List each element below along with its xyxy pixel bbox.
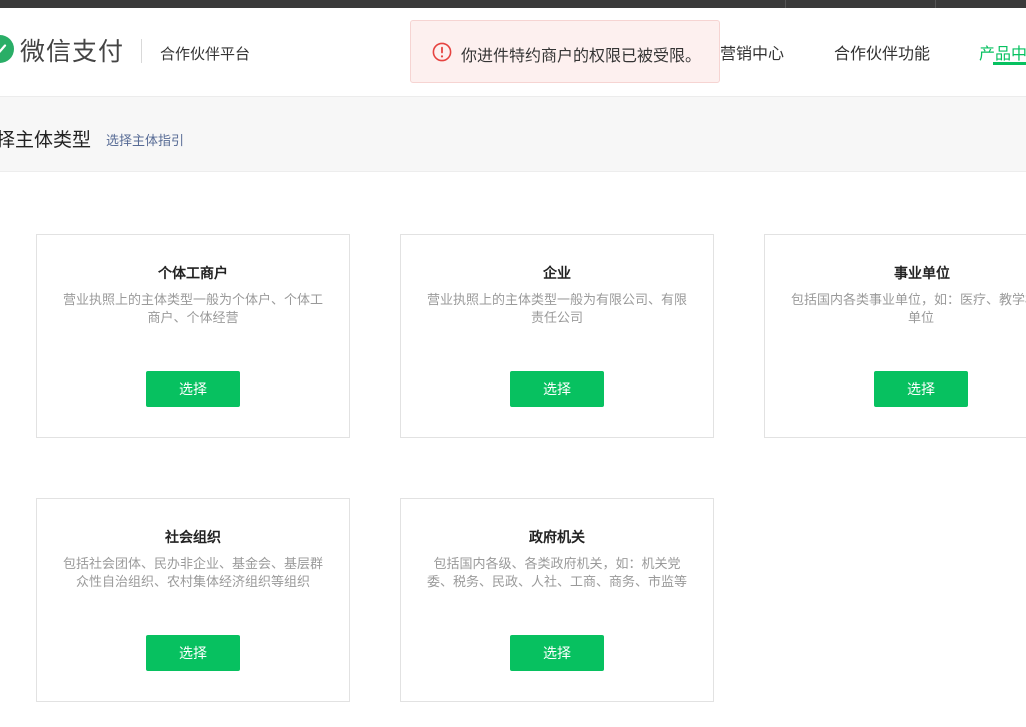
entity-card-government: 政府机关 包括国内各级、各类政府机关，如：机关党委、税务、民政、人社、工商、商务… [400,498,714,702]
top-dark-bar [0,0,1026,8]
card-title: 个体工商户 [158,266,228,282]
page-title: 择主体类型 [0,129,92,151]
select-button[interactable]: 选择 [510,635,604,671]
subheader-bar: 择主体类型 选择主体指引 [0,97,1026,172]
card-description: 营业执照上的主体类型一般为个体户、个体工商户、个体经营 [62,293,323,326]
nav-item-partner-functions[interactable]: 合作伙伴功能 [834,40,930,64]
page: 微信支付 合作伙伴平台 营销中心 合作伙伴功能 产品中 你进件特约商户的权限已被… [0,0,1026,727]
card-description: 包括社会团体、民办非企业、基金会、基层群众性自治组织、农村集体经济组织等组织 [62,557,323,590]
checkmark-icon [0,44,7,53]
error-toast: 你进件特约商户的权限已被受限。 [410,20,720,83]
topbar-divider [935,0,936,8]
logo-divider [141,39,142,63]
topbar-divider [785,0,786,8]
nav-item-product-center[interactable]: 产品中 [979,40,1026,64]
guide-link[interactable]: 选择主体指引 [106,130,184,149]
logo-text[interactable]: 微信支付 [20,32,124,68]
card-title: 政府机关 [529,530,585,546]
wechat-pay-logo-icon[interactable] [0,35,14,63]
entity-card-enterprise: 企业 营业执照上的主体类型一般为有限公司、有限责任公司 选择 [400,234,714,438]
select-button[interactable]: 选择 [146,371,240,407]
nav-item-marketing-center[interactable]: 营销中心 [720,40,784,64]
active-nav-indicator [993,62,1026,65]
card-title: 企业 [543,266,571,282]
card-title: 社会组织 [165,530,221,546]
entity-card-social-organization: 社会组织 包括社会团体、民办非企业、基金会、基层群众性自治组织、农村集体经济组织… [36,498,350,702]
error-icon [432,42,452,62]
select-button[interactable]: 选择 [510,371,604,407]
card-description: 包括国内各级、各类政府机关，如：机关党委、税务、民政、人社、工商、商务、市监等 [426,557,687,590]
select-button[interactable]: 选择 [146,635,240,671]
platform-name: 合作伙伴平台 [160,45,251,63]
entity-card-individual: 个体工商户 营业执照上的主体类型一般为个体户、个体工商户、个体经营 选择 [36,234,350,438]
toast-message: 你进件特约商户的权限已被受限。 [461,46,702,65]
card-description: 营业执照上的主体类型一般为有限公司、有限责任公司 [426,293,687,326]
card-title: 事业单位 [894,266,950,282]
entity-card-public-institution: 事业单位 包括国内各类事业单位，如：医疗、教学校等单位 选择 [764,234,1026,438]
card-description: 包括国内各类事业单位，如：医疗、教学校等单位 [790,293,1026,326]
select-button[interactable]: 选择 [874,371,968,407]
